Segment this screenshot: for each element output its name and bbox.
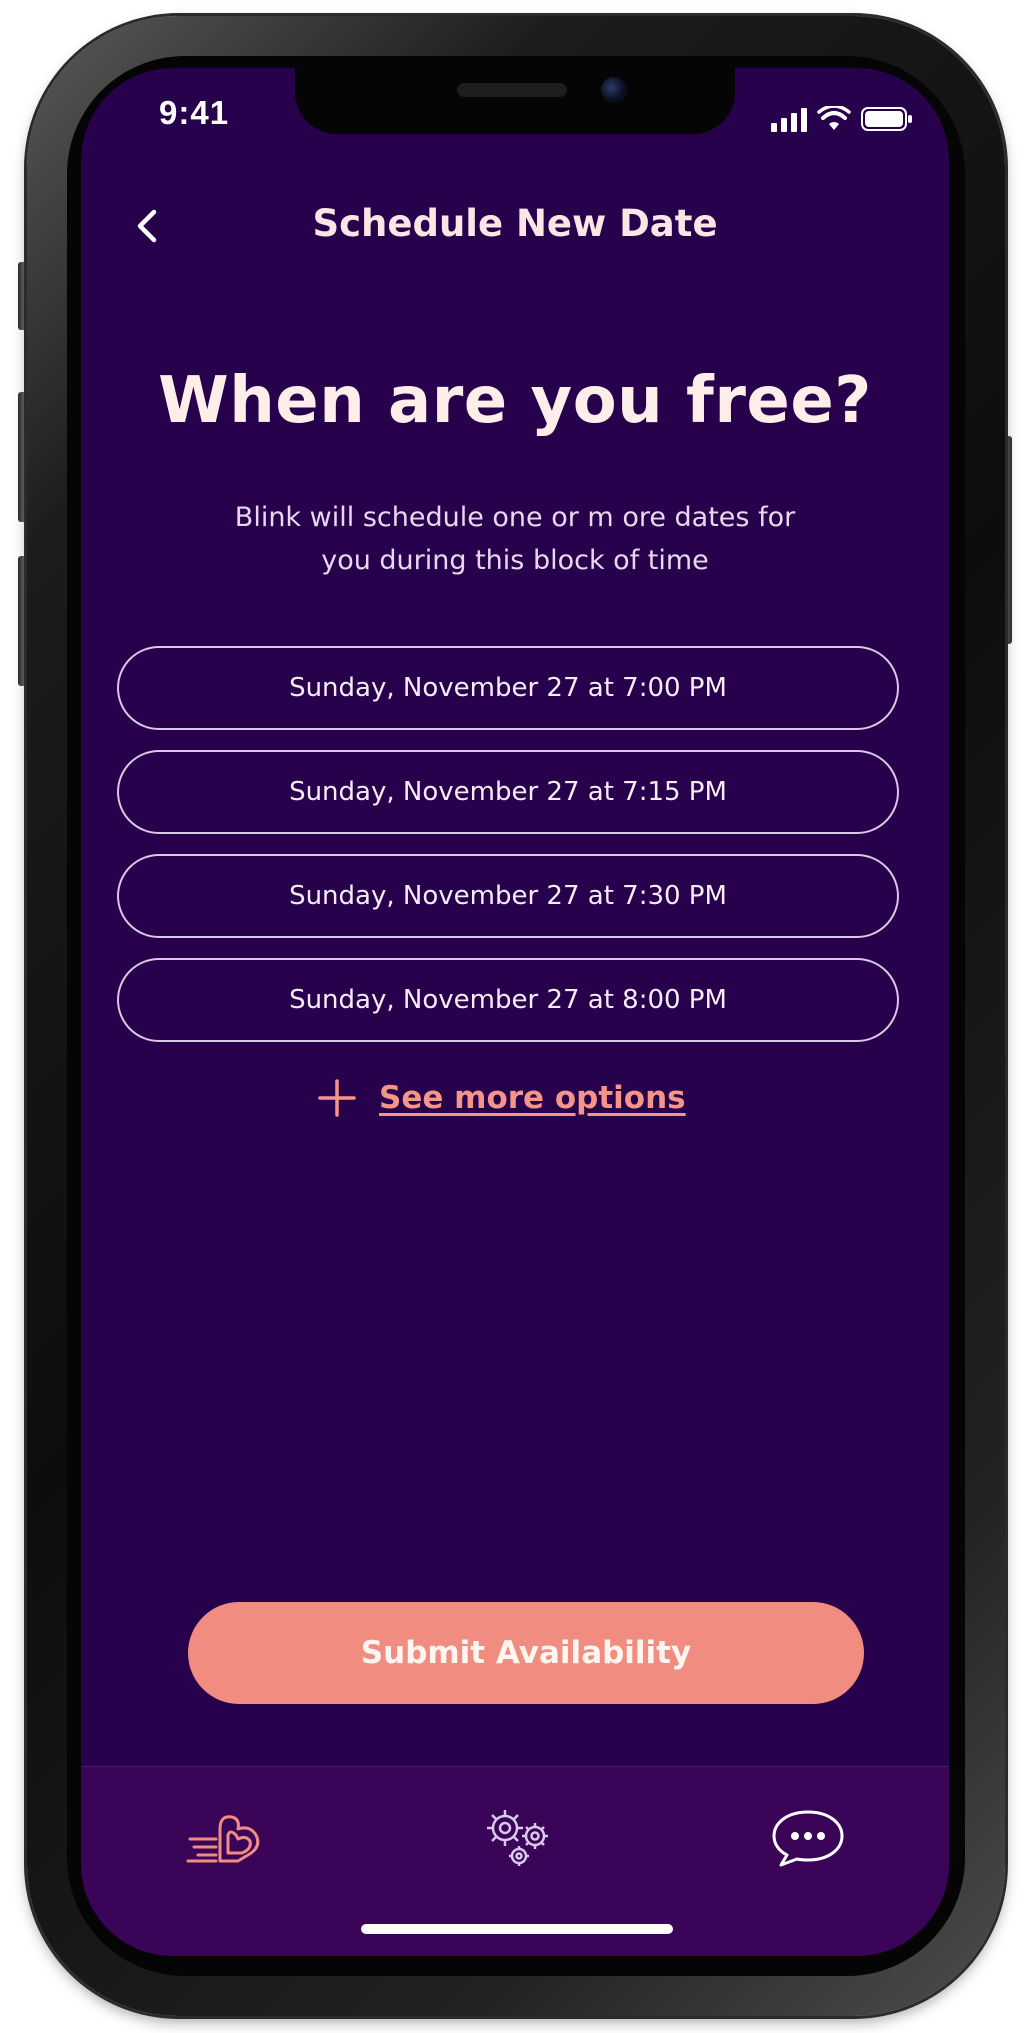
- see-more-options-link[interactable]: See more options: [317, 1078, 686, 1118]
- status-time: 9:41: [159, 94, 230, 131]
- wifi-icon: [817, 106, 851, 130]
- page-title: Schedule New Date: [312, 202, 718, 245]
- plus-icon: [318, 1079, 356, 1117]
- tab-chat[interactable]: [763, 1803, 853, 1873]
- front-camera: [601, 77, 627, 103]
- battery-icon: [861, 107, 912, 131]
- tab-settings[interactable]: [474, 1803, 564, 1873]
- home-indicator[interactable]: [361, 1924, 673, 1934]
- heart-logo-icon: [186, 1815, 260, 1863]
- time-option[interactable]: Sunday, November 27 at 8:00 PM: [117, 958, 899, 1042]
- phone-screen: 9:41 Schedule New Date When are you free…: [81, 68, 949, 1956]
- tab-home[interactable]: [181, 1803, 271, 1873]
- cellular-signal-icon: [771, 108, 807, 132]
- time-option[interactable]: Sunday, November 27 at 7:30 PM: [117, 854, 899, 938]
- speaker-grille: [457, 83, 567, 97]
- chat-bubble-icon: [772, 1810, 844, 1867]
- gears-icon: [487, 1810, 548, 1866]
- subtitle: Blink will schedule one or m ore dates f…: [165, 496, 865, 582]
- headline: When are you free?: [158, 364, 872, 438]
- submit-availability-button[interactable]: Submit Availability: [188, 1602, 864, 1704]
- subtitle-line-2: you during this block of time: [321, 545, 709, 576]
- subtitle-line-1: Blink will schedule one or m ore dates f…: [234, 502, 796, 533]
- time-option[interactable]: Sunday, November 27 at 7:00 PM: [117, 646, 899, 730]
- notch: [295, 68, 735, 134]
- time-option[interactable]: Sunday, November 27 at 7:15 PM: [117, 750, 899, 834]
- see-more-label: See more options: [379, 1080, 686, 1116]
- status-icons: [771, 106, 913, 132]
- time-options-list: Sunday, November 27 at 7:00 PM Sunday, N…: [117, 646, 899, 1062]
